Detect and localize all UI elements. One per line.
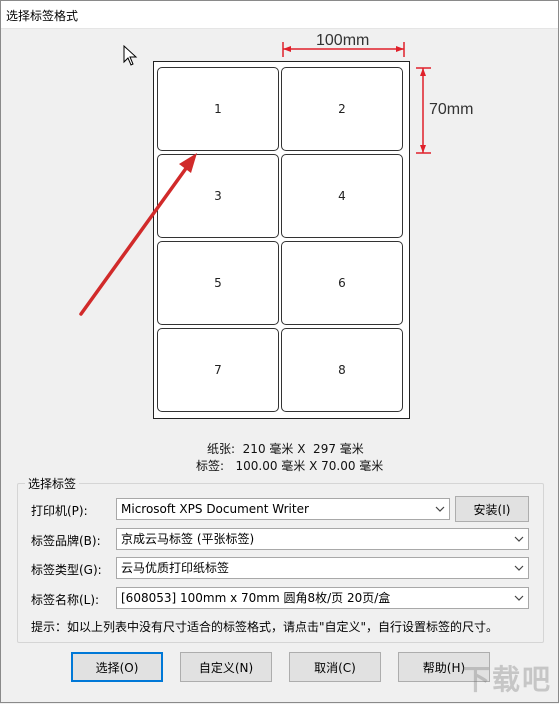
type-label: 标签类型(G): [31, 563, 102, 577]
label-cell-number: 6 [338, 276, 346, 290]
name-select-value: [608053] 100mm x 70mm 圆角8枚/页 20页/盒 [121, 591, 391, 605]
label-cell[interactable]: 3 [157, 154, 279, 238]
paper-size-info: 纸张: 210 毫米 X 297 毫米 [207, 442, 364, 456]
chevron-down-icon [514, 565, 524, 571]
label-cell[interactable]: 1 [157, 67, 279, 151]
brand-label: 标签品牌(B): [31, 534, 101, 548]
mouse-cursor-icon [123, 45, 138, 66]
label-sheet-preview: 1 2 3 4 5 6 7 8 [153, 61, 410, 419]
label-cell[interactable]: 8 [281, 328, 403, 412]
watermark-logo: 下载吧 [461, 663, 552, 696]
label-cell-number: 2 [338, 102, 346, 116]
printer-select[interactable]: Microsoft XPS Document Writer [116, 498, 450, 520]
chevron-down-icon [514, 595, 524, 601]
type-select[interactable]: 云马优质打印纸标签 [116, 557, 529, 579]
chevron-down-icon [514, 536, 524, 542]
hint-text: 提示：如以上列表中没有尺寸适合的标签格式，请点击"自定义"，自行设置标签的尺寸。 [31, 620, 499, 634]
name-label: 标签名称(L): [31, 593, 100, 607]
height-dimension-label: 70mm [429, 101, 474, 118]
window-title: 选择标签格式 [6, 9, 79, 23]
printer-select-value: Microsoft XPS Document Writer [121, 502, 309, 516]
label-cell-number: 7 [214, 363, 222, 377]
printer-label: 打印机(P): [31, 504, 88, 518]
install-button[interactable]: 安装(I) [455, 496, 529, 522]
label-cell[interactable]: 2 [281, 67, 403, 151]
label-cell[interactable]: 4 [281, 154, 403, 238]
dialog-window: 选择标签格式 1 2 3 4 5 6 7 8 100mm 70mm 纸张: 21… [0, 0, 559, 703]
select-button[interactable]: 选择(O) [71, 652, 163, 682]
name-select[interactable]: [608053] 100mm x 70mm 圆角8枚/页 20页/盒 [116, 587, 529, 609]
brand-select-value: 京成云马标签 (平张标签) [121, 532, 255, 546]
title-bar[interactable]: 选择标签格式 [1, 1, 558, 29]
brand-select[interactable]: 京成云马标签 (平张标签) [116, 528, 529, 550]
label-cell-number: 3 [214, 189, 222, 203]
label-size-info: 标签: 100.00 毫米 X 70.00 毫米 [196, 459, 384, 473]
label-cell[interactable]: 5 [157, 241, 279, 325]
custom-button[interactable]: 自定义(N) [180, 652, 272, 682]
label-cell[interactable]: 6 [281, 241, 403, 325]
label-cell-number: 8 [338, 363, 346, 377]
width-dimension-label: 100mm [316, 32, 370, 49]
type-select-value: 云马优质打印纸标签 [121, 561, 230, 575]
cancel-button[interactable]: 取消(C) [289, 652, 381, 682]
chevron-down-icon [435, 506, 445, 512]
label-cell-number: 1 [214, 102, 222, 116]
label-cell[interactable]: 7 [157, 328, 279, 412]
group-title: 选择标签 [25, 475, 80, 492]
label-cell-number: 4 [338, 189, 346, 203]
label-cell-number: 5 [214, 276, 222, 290]
